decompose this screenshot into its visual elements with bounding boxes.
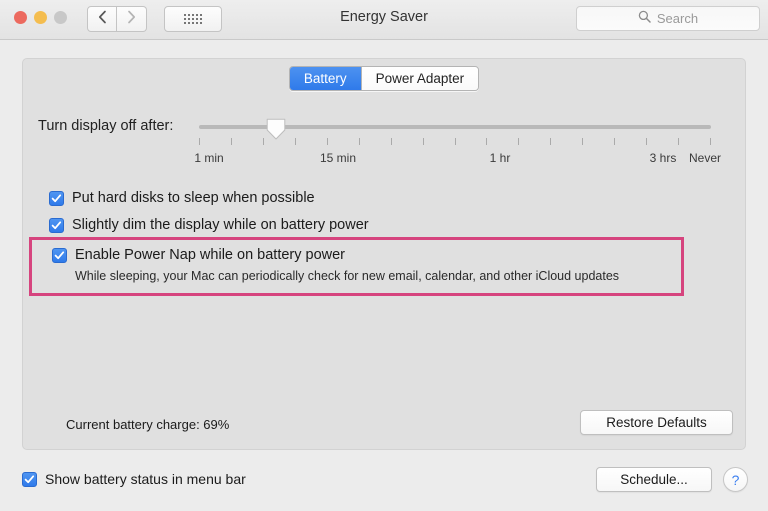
- slider-tick: [678, 138, 679, 145]
- slider-tick: [327, 138, 328, 145]
- checkbox-row-slightly-dim[interactable]: Slightly dim the display while on batter…: [49, 216, 369, 234]
- slider-tick-label-3hrs: 3 hrs: [649, 151, 677, 165]
- slider-tick-label-1hr: 1 hr: [489, 151, 511, 165]
- checkbox-power-nap[interactable]: [52, 248, 67, 263]
- slider-tick: [582, 138, 583, 145]
- slider-tick-label-never: Never: [688, 151, 722, 165]
- tab-bar: Battery Power Adapter: [0, 66, 768, 91]
- slider-tick: [199, 138, 200, 145]
- tab-power-adapter[interactable]: Power Adapter: [360, 67, 479, 90]
- checkbox-row-power-nap[interactable]: Enable Power Nap while on battery power: [52, 246, 345, 264]
- power-nap-highlight-box: Enable Power Nap while on battery power …: [29, 237, 684, 296]
- search-icon: [638, 10, 651, 28]
- battery-charge-status: Current battery charge: 69%: [66, 417, 230, 432]
- energy-saver-window: Energy Saver Search Battery Power Adapte…: [0, 0, 768, 511]
- checkbox-slightly-dim[interactable]: [49, 218, 64, 233]
- checkbox-label-show-battery-status: Show battery status in menu bar: [45, 471, 246, 487]
- restore-defaults-button[interactable]: Restore Defaults: [580, 410, 733, 435]
- slider-tick-marks: [199, 138, 711, 145]
- search-placeholder: Search: [656, 11, 699, 26]
- checkbox-label-power-nap: Enable Power Nap while on battery power: [75, 247, 346, 263]
- slider-tick: [550, 138, 551, 145]
- power-nap-description: While sleeping, your Mac can periodicall…: [75, 269, 620, 283]
- checkbox-row-hard-disks-sleep[interactable]: Put hard disks to sleep when possible: [49, 189, 315, 207]
- checkbox-show-battery-status[interactable]: [22, 472, 37, 487]
- title-bar: Energy Saver Search: [0, 0, 768, 40]
- checkbox-label-hard-disks-sleep: Put hard disks to sleep when possible: [72, 190, 315, 206]
- checkbox-label-slightly-dim: Slightly dim the display while on batter…: [72, 217, 369, 233]
- checkbox-row-show-battery-status[interactable]: Show battery status in menu bar: [22, 470, 246, 488]
- checkbox-hard-disks-sleep[interactable]: [49, 191, 64, 206]
- slider-tick: [391, 138, 392, 145]
- slider-tick: [518, 138, 519, 145]
- slider-tick-label-15min: 15 min: [319, 151, 357, 165]
- slider-tick: [455, 138, 456, 145]
- slider-tick: [423, 138, 424, 145]
- slider-tick: [231, 138, 232, 145]
- schedule-button[interactable]: Schedule...: [596, 467, 712, 492]
- slider-tick: [295, 138, 296, 145]
- display-sleep-slider-thumb[interactable]: [266, 118, 286, 140]
- help-button[interactable]: ?: [723, 467, 748, 492]
- slider-tick: [486, 138, 487, 145]
- slider-tick-label-1min: 1 min: [194, 151, 224, 165]
- search-input[interactable]: Search: [576, 6, 760, 31]
- slider-tick: [710, 138, 711, 145]
- slider-tick: [263, 138, 264, 145]
- slider-tick: [646, 138, 647, 145]
- slider-tick: [614, 138, 615, 145]
- tab-battery[interactable]: Battery: [289, 67, 361, 90]
- slider-tick: [359, 138, 360, 145]
- display-sleep-label: Turn display off after:: [38, 118, 174, 134]
- segmented-control: Battery Power Adapter: [288, 66, 480, 91]
